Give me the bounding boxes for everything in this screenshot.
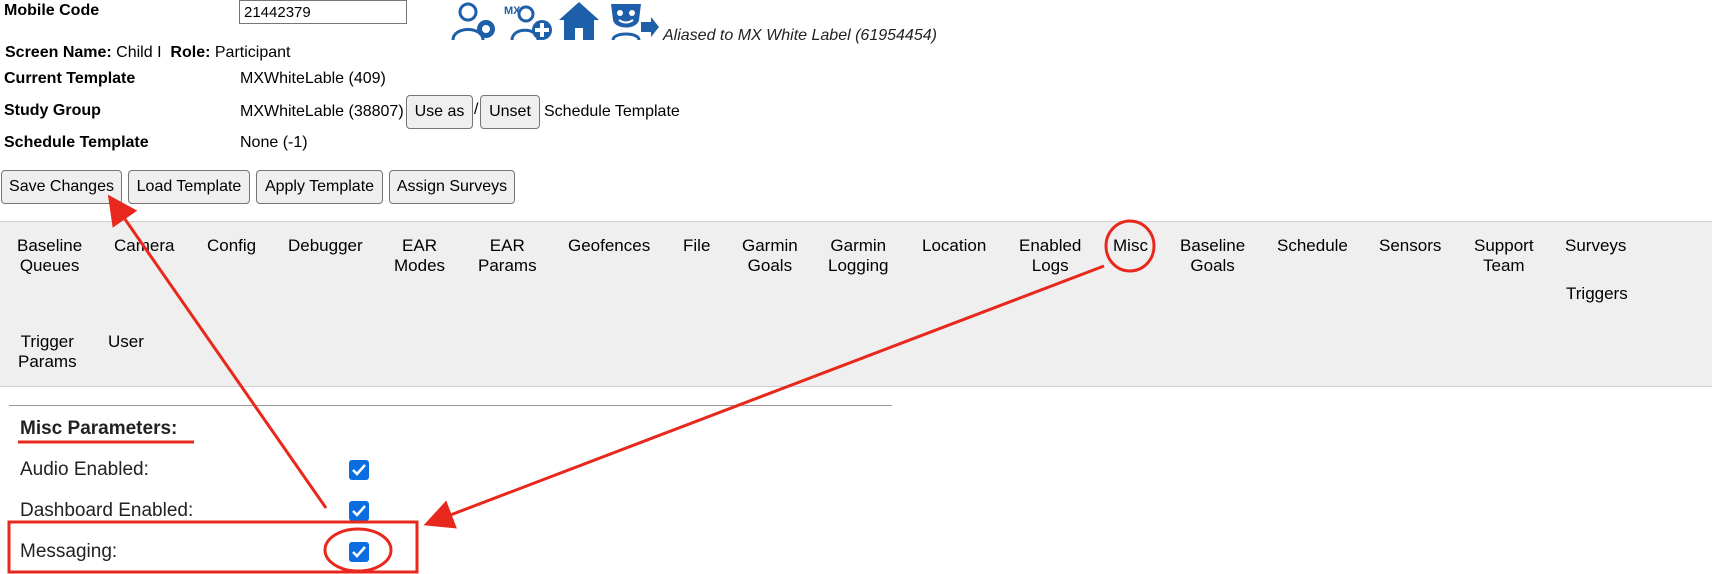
tab-triggers[interactable]: Triggers bbox=[1566, 284, 1628, 304]
tab-label: Location bbox=[922, 236, 987, 255]
mobile-code-input[interactable] bbox=[239, 0, 407, 24]
tab-ear-params[interactable]: EAR Params bbox=[478, 236, 537, 276]
screen-name-value: Child I bbox=[116, 44, 162, 61]
tab-geofences[interactable]: Geofences bbox=[568, 236, 650, 256]
tab-label: Params bbox=[478, 256, 537, 275]
tab-label: Goals bbox=[747, 256, 793, 275]
tab-user[interactable]: User bbox=[108, 332, 144, 352]
tab-label: Misc bbox=[1113, 236, 1148, 255]
tab-label: Triggers bbox=[1566, 284, 1628, 303]
messaging-checkbox[interactable] bbox=[349, 542, 369, 562]
tab-label: User bbox=[108, 332, 144, 351]
tab-label: Camera bbox=[114, 236, 175, 255]
tab-label: Queues bbox=[19, 256, 80, 275]
schedule-template-label: Schedule Template bbox=[4, 134, 149, 151]
tab-label: Garmin bbox=[742, 236, 798, 255]
tab-label: Enabled bbox=[1019, 236, 1082, 255]
tab-label: Geofences bbox=[568, 236, 651, 255]
misc-parameters-title: Misc Parameters: bbox=[20, 418, 178, 439]
study-group-label: Study Group bbox=[4, 102, 101, 119]
slash-separator: / bbox=[474, 101, 479, 118]
schedule-template-value: None (-1) bbox=[240, 134, 308, 151]
tab-garmin-logging[interactable]: Garmin Logging bbox=[828, 236, 889, 276]
tab-label: Support bbox=[1474, 236, 1534, 255]
tab-sensors[interactable]: Sensors bbox=[1379, 236, 1441, 256]
tab-label: EAR bbox=[489, 236, 525, 255]
load-template-button[interactable]: Load Template bbox=[128, 170, 250, 204]
tab-schedule[interactable]: Schedule bbox=[1277, 236, 1348, 256]
tab-file[interactable]: File bbox=[683, 236, 710, 256]
audio-enabled-checkbox[interactable] bbox=[349, 460, 369, 480]
tab-support-team[interactable]: Support Team bbox=[1474, 236, 1534, 276]
check-icon bbox=[352, 505, 366, 517]
use-as-button[interactable]: Use as bbox=[406, 95, 473, 129]
home-icon[interactable] bbox=[557, 0, 601, 42]
tab-misc[interactable]: Misc bbox=[1113, 236, 1148, 256]
tab-label: Team bbox=[1482, 256, 1525, 275]
tab-label: Baseline bbox=[1180, 236, 1246, 255]
alias-text: Aliased to MX White Label (61954454) bbox=[663, 27, 937, 44]
tab-surveys[interactable]: Surveys bbox=[1565, 236, 1626, 256]
save-changes-button[interactable]: Save Changes bbox=[1, 170, 122, 204]
tab-label: Trigger bbox=[20, 332, 74, 351]
tab-garmin-goals[interactable]: Garmin Goals bbox=[742, 236, 798, 276]
check-icon bbox=[352, 464, 366, 476]
apply-template-button[interactable]: Apply Template bbox=[256, 170, 383, 204]
tab-camera[interactable]: Camera bbox=[114, 236, 174, 256]
tab-ear-modes[interactable]: EAR Modes bbox=[394, 236, 445, 276]
role-value: Participant bbox=[214, 44, 291, 61]
tab-label: Debugger bbox=[288, 236, 363, 255]
tab-label: Sensors bbox=[1379, 236, 1442, 255]
tab-enabled-logs[interactable]: Enabled Logs bbox=[1019, 236, 1081, 276]
mx-add-user-icon[interactable]: MX bbox=[504, 0, 554, 42]
unset-button[interactable]: Unset bbox=[480, 95, 540, 129]
messaging-label: Messaging: bbox=[20, 541, 118, 562]
screen-name-label: Screen Name: bbox=[5, 44, 112, 61]
dashboard-enabled-checkbox[interactable] bbox=[349, 501, 369, 521]
tab-label: Logging bbox=[828, 256, 889, 275]
role-label: Role: bbox=[170, 44, 211, 61]
tab-label: Surveys bbox=[1565, 236, 1627, 255]
study-group-value: MXWhiteLable (38807) bbox=[240, 103, 404, 120]
check-icon bbox=[352, 546, 366, 558]
mobile-code-label: Mobile Code bbox=[4, 2, 100, 19]
tab-config[interactable]: Config bbox=[207, 236, 256, 256]
tab-debugger[interactable]: Debugger bbox=[288, 236, 363, 256]
tab-label: Schedule bbox=[1277, 236, 1348, 255]
schedule-template-suffix: Schedule Template bbox=[544, 103, 680, 120]
screen-name-row: Screen Name: Child I Role: Participant bbox=[5, 44, 290, 62]
tab-baseline-queues[interactable]: Baseline Queues bbox=[17, 236, 82, 276]
tab-label: EAR bbox=[402, 236, 437, 255]
settings-tab-bar: Baseline Queues Camera Config Debugger EA… bbox=[0, 221, 1712, 387]
current-template-value: MXWhiteLable (409) bbox=[240, 70, 386, 87]
mask-forward-icon[interactable] bbox=[607, 0, 659, 42]
tab-label: Modes bbox=[394, 256, 446, 275]
tab-label: Logs bbox=[1031, 256, 1069, 275]
tab-label: File bbox=[683, 236, 711, 255]
tab-label: Goals bbox=[1190, 256, 1235, 275]
current-template-label: Current Template bbox=[4, 70, 136, 87]
tab-baseline-goals[interactable]: Baseline Goals bbox=[1180, 236, 1245, 276]
tab-label: Garmin bbox=[830, 236, 887, 255]
audio-enabled-label: Audio Enabled: bbox=[20, 459, 149, 480]
tab-location[interactable]: Location bbox=[922, 236, 986, 256]
tab-label: Baseline bbox=[17, 236, 83, 255]
tab-label: Config bbox=[207, 236, 257, 255]
dashboard-enabled-label: Dashboard Enabled: bbox=[20, 500, 194, 521]
tab-label: Params bbox=[18, 352, 77, 371]
tab-trigger-params[interactable]: Trigger Params bbox=[18, 332, 77, 372]
participant-settings-icon[interactable] bbox=[450, 0, 502, 42]
assign-surveys-button[interactable]: Assign Surveys bbox=[389, 170, 515, 204]
section-divider bbox=[9, 405, 892, 406]
